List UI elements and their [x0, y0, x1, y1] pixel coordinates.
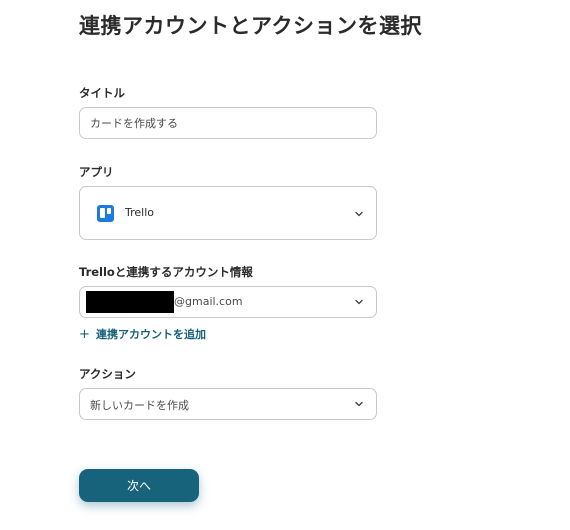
account-select[interactable]: @gmail.com [79, 286, 377, 318]
account-label: Trelloと連携するアカウント情報 [79, 265, 253, 279]
action-value: 新しいカードを作成 [90, 399, 189, 412]
chevron-down-icon [355, 211, 363, 217]
trello-logo-icon [97, 205, 114, 222]
plus-icon: + [79, 327, 90, 342]
app-label: アプリ [79, 165, 114, 179]
chevron-down-icon [355, 299, 363, 305]
title-input[interactable] [79, 107, 377, 139]
page: 連携アカウントとアクションを選択 タイトル アプリ Trello Trelloと… [0, 0, 570, 530]
app-name: Trello [125, 206, 154, 219]
redacted-email-prefix [86, 291, 174, 313]
chevron-down-icon [355, 401, 363, 407]
page-title: 連携アカウントとアクションを選択 [79, 14, 422, 38]
title-label: タイトル [79, 86, 125, 100]
add-account-link[interactable]: + 連携アカウントを追加 [79, 326, 206, 342]
app-select[interactable]: Trello [79, 186, 377, 240]
action-label: アクション [79, 367, 136, 381]
next-button[interactable]: 次へ [79, 469, 199, 502]
email-suffix: @gmail.com [174, 295, 243, 308]
add-account-label: 連携アカウントを追加 [96, 328, 206, 341]
action-select[interactable]: 新しいカードを作成 [79, 388, 377, 420]
